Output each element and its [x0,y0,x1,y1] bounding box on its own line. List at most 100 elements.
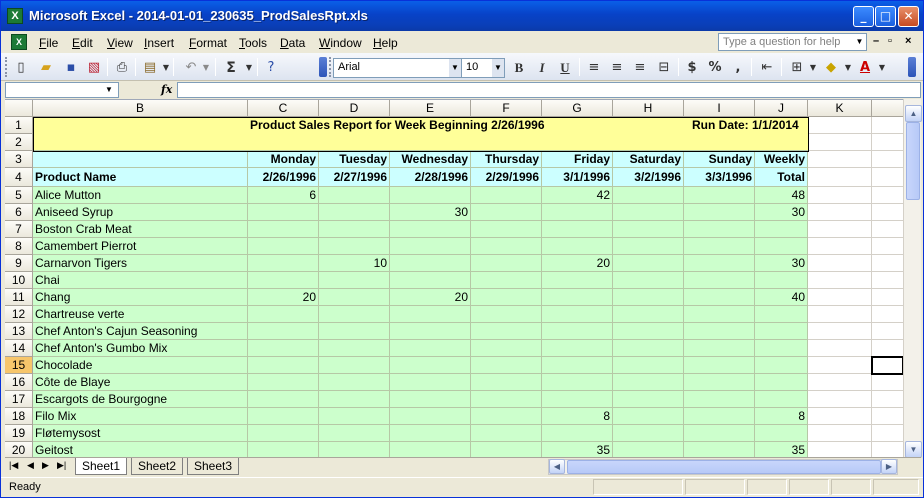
sales-value-cell[interactable] [542,289,613,306]
sales-value-cell[interactable] [542,391,613,408]
cell[interactable] [872,374,903,391]
sales-value-cell[interactable] [684,306,755,323]
sales-value-cell[interactable] [755,374,808,391]
row-header[interactable]: 7 [5,221,33,238]
sales-value-cell[interactable] [390,306,471,323]
sales-value-cell[interactable] [390,323,471,340]
sales-value-cell[interactable] [390,187,471,204]
sales-value-cell[interactable] [684,340,755,357]
merge-center-icon[interactable]: ⊟ [656,60,672,76]
sales-value-cell[interactable] [471,238,542,255]
sales-value-cell[interactable] [542,374,613,391]
sales-value-cell[interactable] [471,442,542,457]
cell[interactable] [872,255,903,272]
cell[interactable] [808,204,872,221]
sales-value-cell[interactable]: 20 [248,289,319,306]
cell[interactable] [808,255,872,272]
sales-value-cell[interactable] [471,391,542,408]
row-header[interactable]: 16 [5,374,33,391]
tab-sheet3[interactable]: Sheet3 [187,458,240,475]
formula-input[interactable] [177,82,921,98]
sales-value-cell[interactable] [390,272,471,289]
menu-view[interactable]: View [107,36,133,50]
cell[interactable] [808,221,872,238]
sales-value-cell[interactable] [471,221,542,238]
product-name-cell[interactable]: Chartreuse verte [33,306,248,323]
menu-edit[interactable]: Edit [72,36,93,50]
product-name-cell[interactable]: Fløtemysost [33,425,248,442]
column-header[interactable]: I [684,100,755,117]
product-name-cell[interactable]: Geitost [33,442,248,457]
sales-value-cell[interactable] [684,425,755,442]
sales-value-cell[interactable] [542,306,613,323]
column-header[interactable]: F [471,100,542,117]
cell[interactable] [755,134,808,151]
sales-value-cell[interactable]: 30 [390,204,471,221]
sales-value-cell[interactable] [542,221,613,238]
autosum-icon[interactable]: Σ [223,60,239,76]
cell[interactable] [872,340,903,357]
align-center-icon[interactable]: ≡ [609,60,625,76]
product-name-cell[interactable]: Chai [33,272,248,289]
cell[interactable] [33,134,248,151]
day-header[interactable]: Sunday [684,151,755,168]
cell[interactable] [684,134,755,151]
insert-function-icon[interactable]: fx [161,83,172,96]
sales-value-cell[interactable] [613,204,684,221]
cell[interactable] [808,340,872,357]
sales-value-cell[interactable] [319,204,390,221]
cell[interactable] [808,117,872,134]
document-icon[interactable]: X [11,34,27,50]
cell[interactable] [872,117,903,134]
sales-value-cell[interactable]: 8 [542,408,613,425]
row-header[interactable]: 8 [5,238,33,255]
date-header[interactable]: 2/29/1996 [471,168,542,187]
sales-value-cell[interactable] [390,357,471,374]
row-header[interactable]: 18 [5,408,33,425]
cell[interactable] [872,306,903,323]
sales-value-cell[interactable] [471,374,542,391]
cell[interactable] [808,408,872,425]
cell[interactable] [808,425,872,442]
open-icon[interactable]: ▰ [38,60,54,76]
sales-value-cell[interactable] [319,323,390,340]
cell[interactable] [872,151,903,168]
sales-value-cell[interactable] [248,221,319,238]
cell[interactable] [390,134,471,151]
column-header[interactable]: G [542,100,613,117]
font-color-dropdown-icon[interactable]: ▼ [874,60,890,76]
row-header[interactable]: 12 [5,306,33,323]
sales-value-cell[interactable] [390,391,471,408]
sales-value-cell[interactable] [471,289,542,306]
row-header[interactable]: 2 [5,134,33,151]
sales-value-cell[interactable] [319,221,390,238]
sales-value-cell[interactable] [248,340,319,357]
column-header[interactable] [872,100,903,117]
ask-dropdown-icon[interactable]: ▼ [853,34,866,50]
row-header[interactable]: 1 [5,117,33,134]
ask-question-input[interactable]: Type a question for help [718,33,867,51]
cell[interactable] [872,204,903,221]
doc-minimize-button[interactable]: – [873,35,879,47]
undo-dropdown-icon[interactable]: ▼ [198,60,214,76]
cell[interactable] [808,187,872,204]
cell[interactable] [872,425,903,442]
row-header[interactable]: 9 [5,255,33,272]
menu-insert[interactable]: Insert [144,36,174,50]
sales-value-cell[interactable] [684,374,755,391]
sales-value-cell[interactable] [319,357,390,374]
sales-value-cell[interactable] [248,391,319,408]
sales-value-cell[interactable] [319,391,390,408]
sales-value-cell[interactable]: 10 [319,255,390,272]
sales-value-cell[interactable] [390,408,471,425]
row-header[interactable]: 11 [5,289,33,306]
cell[interactable] [542,117,613,134]
sales-value-cell[interactable] [684,238,755,255]
sales-value-cell[interactable] [542,323,613,340]
title-bar[interactable]: X Microsoft Excel - 2014-01-01_230635_Pr… [1,1,923,31]
sales-value-cell[interactable]: 42 [542,187,613,204]
sales-value-cell[interactable] [613,425,684,442]
sales-value-cell[interactable] [755,323,808,340]
sales-value-cell[interactable]: 48 [755,187,808,204]
italic-icon[interactable]: I [534,60,550,76]
